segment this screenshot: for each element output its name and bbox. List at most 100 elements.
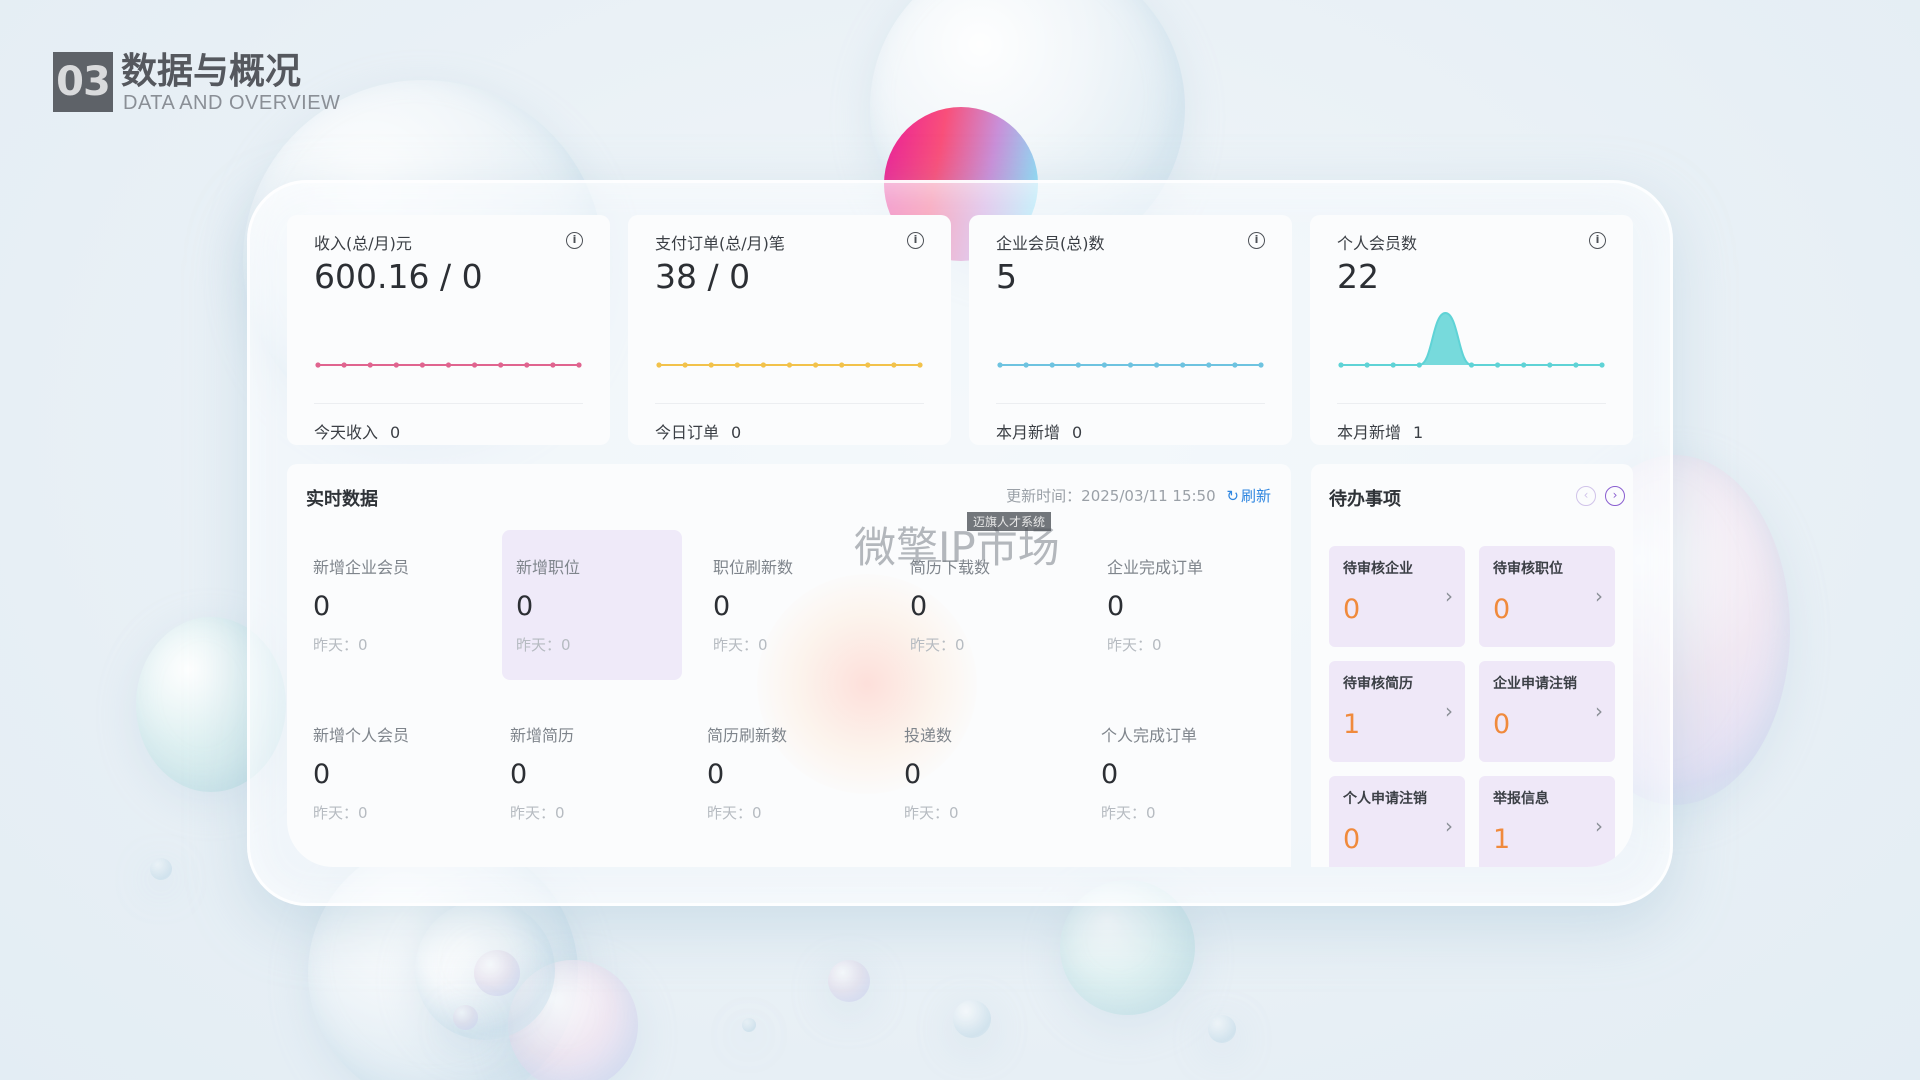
sparkline-chart <box>1338 311 1605 368</box>
sparkline-point <box>419 362 425 368</box>
todo-label: 举报信息 <box>1493 791 1549 807</box>
sparkline-point <box>813 362 819 368</box>
sparkline-point <box>315 362 321 368</box>
bubble <box>1208 1015 1236 1043</box>
stat-value: 22 <box>1337 257 1379 296</box>
metric-value: 0 <box>904 759 922 790</box>
sparkline-point <box>1468 362 1475 368</box>
dashboard-screen: 收入(总/月)元 i 600.16 / 0 今天收入 0 支付订单(总/月)笔 i… <box>287 212 1633 867</box>
stat-value: 5 <box>996 257 1017 296</box>
todo-pending-resumes[interactable]: 待审核简历 1 › <box>1329 661 1465 762</box>
todo-label: 待审核企业 <box>1343 561 1413 577</box>
stat-card-enterprise-members: 企业会员(总)数 i 5 本月新增 0 <box>969 215 1292 445</box>
todo-pending-jobs[interactable]: 待审核职位 0 › <box>1479 546 1615 647</box>
stat-footer-value: 1 <box>1413 423 1424 442</box>
sparkline-point <box>1547 362 1553 368</box>
chevron-right-icon: › <box>1445 699 1453 723</box>
chevron-right-icon: › <box>1595 814 1603 838</box>
sparkline-point <box>708 362 714 368</box>
metric-value: 0 <box>713 591 731 622</box>
sparkline-point <box>550 362 556 368</box>
stat-footer: 今天收入 0 <box>314 419 400 443</box>
todo-value: 0 <box>1493 709 1511 740</box>
todo-label: 待审核简历 <box>1343 676 1413 692</box>
metric-label: 投递数 <box>904 726 953 745</box>
chevron-right-icon: › <box>1595 584 1603 608</box>
todo-pending-enterprise[interactable]: 待审核企业 0 › <box>1329 546 1465 647</box>
sparkline-point <box>786 362 793 368</box>
sparkline-point <box>839 362 845 368</box>
metric-enterprise-orders: 企业完成订单 0 昨天：0 <box>1093 530 1273 680</box>
chevron-right-icon: › <box>1445 814 1453 838</box>
info-icon[interactable]: i <box>907 232 924 249</box>
watermark-tag: 迈旗人才系统 <box>967 512 1052 531</box>
info-icon[interactable]: i <box>1589 232 1606 249</box>
refresh-link[interactable]: 刷新 <box>1241 487 1271 505</box>
sparkline-point <box>1495 362 1501 368</box>
metric-label: 新增简历 <box>510 726 575 745</box>
divider <box>655 403 924 404</box>
metric-label: 新增个人会员 <box>313 726 410 745</box>
stat-title: 收入(总/月)元 <box>314 234 412 253</box>
sparkline-point <box>1258 362 1264 368</box>
chevron-right-icon[interactable]: › <box>1605 486 1625 506</box>
todo-value: 0 <box>1493 594 1511 625</box>
metric-value: 0 <box>910 591 928 622</box>
info-icon[interactable]: i <box>566 232 583 249</box>
stat-footer-label: 今日订单 <box>655 423 720 442</box>
todo-reports[interactable]: 举报信息 1 › <box>1479 776 1615 867</box>
metric-value: 0 <box>1101 759 1119 790</box>
todo-label: 待审核职位 <box>1493 561 1563 577</box>
metric-label: 简历刷新数 <box>707 726 788 745</box>
metric-resume-downloads: 简历下载数 0 昨天：0 <box>896 530 1076 680</box>
section-title-cn: 数据与概况 <box>121 51 302 92</box>
metric-value: 0 <box>313 759 331 790</box>
todo-personal-cancellation[interactable]: 个人申请注销 0 › <box>1329 776 1465 867</box>
bubble <box>828 960 870 1002</box>
metric-yesterday: 昨天：0 <box>707 804 762 822</box>
metric-label: 企业完成订单 <box>1107 558 1204 577</box>
metric-label: 新增职位 <box>516 558 581 577</box>
sparkline-point <box>1521 362 1527 368</box>
stat-footer: 本月新增 1 <box>1337 419 1423 443</box>
sparkline-point <box>1599 362 1605 368</box>
sparkline-point <box>656 362 662 368</box>
metric-job-refresh: 职位刷新数 0 昨天：0 <box>699 530 879 680</box>
divider <box>314 403 583 404</box>
stat-footer: 本月新增 0 <box>996 419 1082 443</box>
refresh-icon[interactable]: ↻ <box>1226 487 1239 505</box>
todo-title: 待办事项 <box>1329 489 1401 510</box>
sparkline-point <box>1101 362 1107 368</box>
section-title-en: DATA AND OVERVIEW <box>123 92 341 114</box>
sparkline-point <box>734 362 740 368</box>
sparkline-chart <box>315 362 582 368</box>
sparkline-point <box>1416 362 1422 368</box>
sparkline-point <box>1127 362 1134 368</box>
divider <box>1337 403 1606 404</box>
sparkline-point <box>917 362 923 368</box>
metric-value: 0 <box>313 591 331 622</box>
info-icon[interactable]: i <box>1248 232 1265 249</box>
metric-new-jobs[interactable]: 新增职位 0 昨天：0 <box>502 530 682 680</box>
sparkline-point <box>393 362 399 368</box>
todo-enterprise-cancellation[interactable]: 企业申请注销 0 › <box>1479 661 1615 762</box>
stat-value: 38 / 0 <box>655 257 751 296</box>
stat-footer: 今日订单 0 <box>655 419 741 443</box>
sparkline-point <box>865 362 871 368</box>
metric-personal-orders: 个人完成订单 0 昨天：0 <box>1087 698 1267 848</box>
metric-yesterday: 昨天：0 <box>313 804 368 822</box>
stat-footer-value: 0 <box>390 423 401 442</box>
sparkline-point <box>341 362 347 368</box>
stat-card-income: 收入(总/月)元 i 600.16 / 0 今天收入 0 <box>287 215 610 445</box>
sparkline-point <box>997 362 1003 368</box>
stat-card-orders: 支付订单(总/月)笔 i 38 / 0 今日订单 0 <box>628 215 951 445</box>
metric-label: 个人完成订单 <box>1101 726 1198 745</box>
todo-value: 1 <box>1493 824 1511 855</box>
sparkline-line <box>1341 311 1602 366</box>
bubble <box>953 1000 991 1038</box>
metric-yesterday: 昨天：0 <box>1107 636 1162 654</box>
sparkline-point <box>576 362 582 368</box>
chevron-left-icon[interactable]: ‹ <box>1576 486 1596 506</box>
stat-title: 企业会员(总)数 <box>996 234 1105 253</box>
metric-new-enterprise-members: 新增企业会员 0 昨天：0 <box>299 530 479 680</box>
